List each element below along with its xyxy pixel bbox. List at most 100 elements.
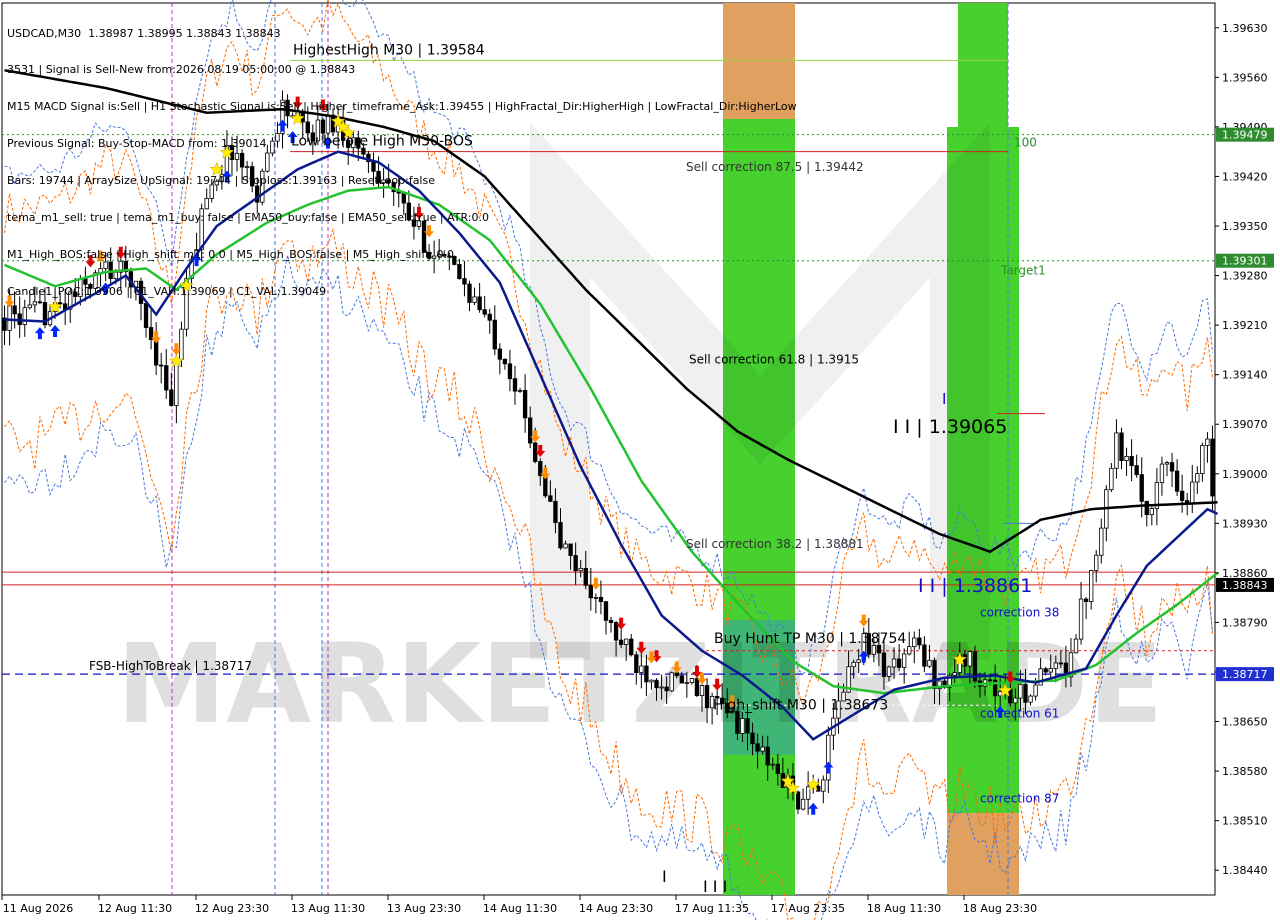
- price-tick-label: 1.39280: [1222, 270, 1268, 283]
- price-axis: 1.396301.395601.394901.394201.393501.392…: [1215, 22, 1274, 877]
- candle-body: [745, 718, 750, 734]
- candle-body: [664, 686, 669, 692]
- candle-body: [164, 365, 169, 391]
- candle-body: [952, 672, 957, 676]
- candle-body: [1013, 697, 1018, 704]
- candle-body: [800, 798, 806, 810]
- candle-body: [922, 644, 927, 667]
- candle-body: [159, 364, 164, 367]
- time-tick-label: 17 Aug 11:35: [675, 902, 749, 915]
- candle-body: [1023, 683, 1028, 703]
- candle-body: [901, 653, 907, 668]
- candle-body: [856, 659, 861, 663]
- candle-body: [881, 652, 887, 677]
- candle-body: [932, 659, 937, 690]
- fsb-high-to-break-label: FSB-HighToBreak | 1.38717: [89, 659, 252, 673]
- correction-38-label: correction 38: [980, 606, 1059, 620]
- candle-body: [1018, 683, 1023, 699]
- price-tick-label: 1.39070: [1222, 418, 1268, 431]
- time-tick-label: 12 Aug 11:30: [98, 902, 172, 915]
- candle-body: [522, 389, 528, 419]
- candle-body: [760, 746, 765, 752]
- candle-body: [704, 685, 710, 709]
- candle-body: [179, 328, 184, 360]
- candle-body: [917, 637, 922, 646]
- candle-body: [578, 567, 583, 572]
- candle-body: [679, 675, 684, 684]
- candle-body: [886, 666, 892, 677]
- price-tick-label: 1.38650: [1222, 716, 1268, 729]
- info-line: tema_m1_sell: true | tema_m1_buy: false …: [7, 211, 489, 225]
- candle-body: [573, 555, 578, 572]
- price-tick-label: 1.39000: [1222, 468, 1268, 481]
- info-line: M1_High_BOS:false | High_shift_m1: 0.0 |…: [7, 247, 455, 261]
- price-tick-label: 1.38440: [1222, 864, 1268, 877]
- candle-body: [1190, 481, 1195, 505]
- candle-body: [497, 348, 503, 360]
- price-tick-label: 1.39210: [1222, 319, 1268, 332]
- candle-body: [684, 682, 690, 684]
- candle-body: [634, 654, 639, 673]
- candle-body: [639, 665, 644, 673]
- candle-body: [765, 746, 770, 766]
- candle-body: [1179, 490, 1185, 501]
- price-label-text: 1.39301: [1222, 255, 1268, 268]
- bottom-mark-label: I I I: [703, 877, 727, 896]
- candle-body: [568, 543, 573, 556]
- level-100-label: 100: [1014, 136, 1037, 150]
- candle-body: [659, 686, 664, 689]
- candle-body: [588, 584, 593, 599]
- info-line: 3531 | Signal is Sell-New from:2026.08.1…: [7, 63, 356, 77]
- candle-body: [699, 685, 705, 696]
- candle-body: [654, 679, 659, 689]
- watermark: MARKETZITRADE: [117, 620, 1164, 748]
- chart-window[interactable]: MARKETZITRADE HighestHigh M30 | 1.39584 10…: [0, 0, 1280, 920]
- bottom-mark-label: I: [662, 867, 667, 886]
- candle-body: [1205, 438, 1210, 446]
- candle-body: [1058, 662, 1064, 665]
- candle-body: [548, 495, 553, 502]
- correction-87-label: correction 87: [980, 792, 1059, 806]
- peak-marker-label: I: [942, 390, 946, 408]
- price-label-text: 1.38843: [1222, 579, 1268, 592]
- price-label-text: 1.38717: [1222, 668, 1268, 681]
- price-tick-label: 1.39140: [1222, 369, 1268, 382]
- candle-body: [1043, 668, 1048, 673]
- price-tick-label: 1.39560: [1222, 71, 1268, 84]
- candle-body: [593, 596, 599, 599]
- candle-body: [613, 622, 619, 641]
- candle-body: [987, 679, 993, 682]
- candle-body: [735, 710, 740, 734]
- candle-body: [821, 779, 826, 792]
- time-tick-label: 14 Aug 11:30: [483, 902, 557, 915]
- candle-body: [1164, 462, 1170, 465]
- candle-body: [1028, 695, 1033, 703]
- candle-body: [669, 672, 674, 692]
- candle-body: [527, 417, 533, 444]
- zone-green: [958, 3, 1008, 127]
- candle-body: [750, 732, 755, 745]
- time-axis: 11 Aug 2026 12 Aug 11:30 12 Aug 23:30 13 Au…: [1, 895, 1037, 915]
- time-tick-label: 17 Aug 23:35: [771, 902, 845, 915]
- time-tick-label: 18 Aug 23:30: [963, 902, 1037, 915]
- sell-correction-618-label: Sell correction 61.8 | 1.3915: [689, 353, 859, 367]
- candle-body: [598, 596, 604, 603]
- candle-body: [1195, 473, 1200, 483]
- info-line: Candle1_POC:1.3906 | C1_VAH:1.39069 | C1…: [7, 284, 327, 298]
- candle-body: [967, 651, 973, 667]
- price-tick-label: 1.39420: [1222, 170, 1268, 183]
- candle-body: [517, 389, 523, 392]
- candle-body: [1099, 527, 1104, 556]
- candle-body: [912, 637, 917, 648]
- candle-body: [583, 567, 588, 586]
- candle-body: [1033, 684, 1038, 697]
- candle-body: [851, 661, 856, 668]
- candle-body: [1114, 432, 1119, 469]
- candle-body: [563, 543, 568, 549]
- buy-hunt-tp-label: Buy Hunt TP M30 | 1.38754: [714, 631, 906, 647]
- time-tick-label: 18 Aug 11:30: [867, 902, 941, 915]
- candle-body: [624, 638, 629, 645]
- time-tick-label: 13 Aug 23:30: [387, 902, 461, 915]
- price-tick-label: 1.38930: [1222, 517, 1268, 530]
- info-line: Previous Signal: Buy-Stop-MACD from: 1.3…: [7, 137, 267, 151]
